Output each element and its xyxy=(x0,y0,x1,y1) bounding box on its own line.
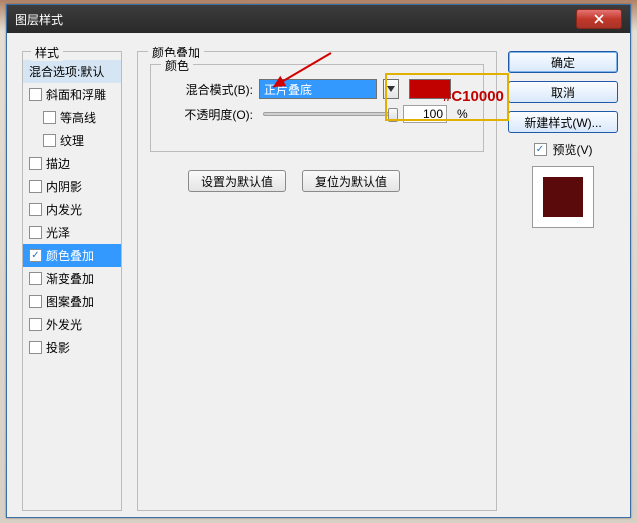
style-label: 投影 xyxy=(46,339,70,356)
preview-swatch xyxy=(543,177,583,217)
style-label: 斜面和浮雕 xyxy=(46,86,106,103)
style-item-3[interactable]: 描边 xyxy=(23,152,121,175)
reset-default-button[interactable]: 复位为默认值 xyxy=(302,170,400,192)
style-checkbox[interactable] xyxy=(29,249,42,262)
styles-panel: 样式 混合选项:默认 斜面和浮雕等高线纹理描边内阴影内发光光泽颜色叠加渐变叠加图… xyxy=(22,51,122,511)
opacity-row: 不透明度(O): 100 % xyxy=(173,105,468,123)
chevron-down-icon xyxy=(387,86,395,92)
set-default-button[interactable]: 设置为默认值 xyxy=(188,170,286,192)
style-item-5[interactable]: 内发光 xyxy=(23,198,121,221)
style-checkbox[interactable] xyxy=(29,203,42,216)
style-checkbox[interactable] xyxy=(29,341,42,354)
title-bar: 图层样式 xyxy=(7,5,630,33)
style-checkbox[interactable] xyxy=(43,134,56,147)
blend-mode-combo[interactable]: 正片叠底 xyxy=(259,79,377,99)
window-title: 图层样式 xyxy=(15,11,576,28)
close-icon xyxy=(594,14,604,24)
style-label: 描边 xyxy=(46,155,70,172)
style-item-4[interactable]: 内阴影 xyxy=(23,175,121,198)
style-label: 光泽 xyxy=(46,224,70,241)
style-label: 纹理 xyxy=(60,132,84,149)
style-checkbox[interactable] xyxy=(43,111,56,124)
styles-panel-title: 样式 xyxy=(31,44,63,61)
style-label: 图案叠加 xyxy=(46,293,94,310)
overlay-color-swatch[interactable] xyxy=(409,79,451,99)
style-label: 渐变叠加 xyxy=(46,270,94,287)
cancel-button[interactable]: 取消 xyxy=(508,81,618,103)
style-checkbox[interactable] xyxy=(29,295,42,308)
opacity-slider-thumb[interactable] xyxy=(388,108,398,122)
opacity-label: 不透明度(O): xyxy=(173,106,253,123)
blend-mode-dropdown-arrow[interactable] xyxy=(383,79,399,99)
preview-toggle-row: 预览(V) xyxy=(508,141,618,158)
color-group: 颜色 混合模式(B): 正片叠底 不透明度(O): 100 % xyxy=(150,64,484,152)
style-item-2[interactable]: 纹理 xyxy=(23,129,121,152)
style-label: 等高线 xyxy=(60,109,96,126)
close-button[interactable] xyxy=(576,9,622,29)
client-area: 样式 混合选项:默认 斜面和浮雕等高线纹理描边内阴影内发光光泽颜色叠加渐变叠加图… xyxy=(7,33,630,517)
style-item-10[interactable]: 外发光 xyxy=(23,313,121,336)
color-group-title: 颜色 xyxy=(161,57,193,74)
new-style-button[interactable]: 新建样式(W)... xyxy=(508,111,618,133)
blend-mode-row: 混合模式(B): 正片叠底 xyxy=(173,79,451,99)
style-item-8[interactable]: 渐变叠加 xyxy=(23,267,121,290)
style-item-11[interactable]: 投影 xyxy=(23,336,121,359)
style-item-7[interactable]: 颜色叠加 xyxy=(23,244,121,267)
style-checkbox[interactable] xyxy=(29,180,42,193)
style-checkbox[interactable] xyxy=(29,226,42,239)
style-label: 颜色叠加 xyxy=(46,247,94,264)
style-item-9[interactable]: 图案叠加 xyxy=(23,290,121,313)
style-item-1[interactable]: 等高线 xyxy=(23,106,121,129)
reset-buttons-row: 设置为默认值 复位为默认值 xyxy=(188,170,400,192)
opacity-value-input[interactable]: 100 xyxy=(403,105,447,123)
blend-mode-label: 混合模式(B): xyxy=(173,81,253,98)
style-item-6[interactable]: 光泽 xyxy=(23,221,121,244)
style-item-0[interactable]: 斜面和浮雕 xyxy=(23,83,121,106)
style-label: 外发光 xyxy=(46,316,82,333)
style-checkbox[interactable] xyxy=(29,157,42,170)
right-buttons: 确定 取消 新建样式(W)... 预览(V) xyxy=(508,51,618,228)
blend-options-item[interactable]: 混合选项:默认 xyxy=(23,60,121,83)
opacity-unit: % xyxy=(457,107,468,121)
style-checkbox[interactable] xyxy=(29,272,42,285)
preview-box xyxy=(532,166,594,228)
style-label: 内阴影 xyxy=(46,178,82,195)
style-checkbox[interactable] xyxy=(29,318,42,331)
details-group: 颜色叠加 颜色 混合模式(B): 正片叠底 不透明度(O): 100 xyxy=(137,51,497,511)
style-label: 内发光 xyxy=(46,201,82,218)
layer-style-dialog: 图层样式 样式 混合选项:默认 斜面和浮雕等高线纹理描边内阴影内发光光泽颜色叠加… xyxy=(6,4,631,518)
preview-checkbox[interactable] xyxy=(534,143,547,156)
ok-button[interactable]: 确定 xyxy=(508,51,618,73)
preview-label: 预览(V) xyxy=(553,141,593,158)
style-checkbox[interactable] xyxy=(29,88,42,101)
opacity-slider[interactable] xyxy=(263,112,393,116)
